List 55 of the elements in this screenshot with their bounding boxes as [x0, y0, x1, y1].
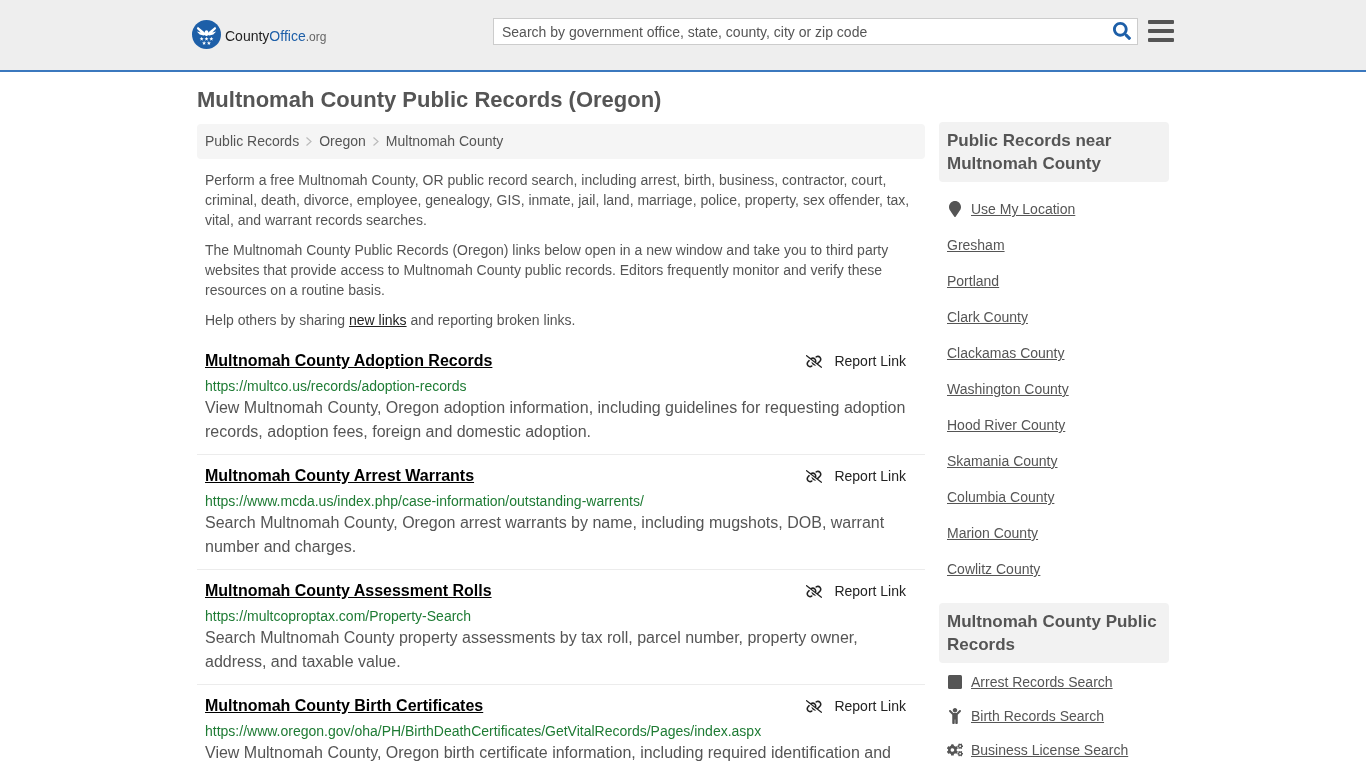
- sidebar-link[interactable]: Business License Search: [971, 740, 1129, 760]
- report-link-button[interactable]: Report Link: [806, 350, 906, 372]
- help-text: Help others by sharing new links and reporting broken links.: [205, 311, 577, 330]
- sidebar-link[interactable]: Arrest Records Search: [971, 672, 1113, 692]
- site-logo-text[interactable]: CountyOffice.org: [225, 23, 327, 48]
- gears-icon: [947, 743, 963, 757]
- record-description: View Multnomah County, Oregon adoption information, including guidelines for requesting adoption records, adoption fees, foreign and domestic adoption.: [205, 398, 907, 442]
- record-url: https://multco.us/records/adoption-records: [205, 377, 468, 396]
- sidebar-link[interactable]: Washington County: [947, 379, 1069, 399]
- report-link-button[interactable]: Report Link: [806, 695, 906, 717]
- sidebar-link[interactable]: Clark County: [947, 307, 1028, 327]
- report-link-button[interactable]: Report Link: [806, 465, 906, 487]
- breadcrumb-link[interactable]: Multnomah County: [385, 131, 504, 152]
- sidebar-heading: Multnomah County Public Records: [939, 603, 1169, 663]
- sidebar-link[interactable]: Columbia County: [947, 487, 1055, 507]
- child-figure-icon: [948, 708, 962, 724]
- sidebar-link[interactable]: Portland: [947, 271, 1000, 291]
- intro-paragraph: The Multnomah County Public Records (Oregon) links below open in a new window and take you to third party websites that provide access to Multnomah County public records. Editors frequently monitor and verify these resources on a routine basis.: [205, 241, 890, 300]
- record-url: https://www.oregon.gov/oha/PH/BirthDeathCertificates/GetVitalRecords/Pages/index.aspx: [205, 722, 763, 741]
- link-slash-icon: [806, 583, 823, 599]
- sidebar-link[interactable]: Marion County: [947, 523, 1039, 543]
- link-slash-icon: [806, 353, 823, 369]
- intro-paragraph: Perform a free Multnomah County, OR public record search, including arrest, birth, business, contractor, court, criminal, death, divorce, employee, genealogy, GIS, inmate, jail, land, marriage, police, property, sex offender, tax, vital, and warrant records searches.: [205, 171, 911, 230]
- sidebar-link[interactable]: Gresham: [947, 235, 1005, 255]
- sidebar-link[interactable]: Clackamas County: [947, 343, 1065, 363]
- report-link-button[interactable]: Report Link: [806, 580, 906, 602]
- sidebar-heading: Public Records near Multnomah County: [939, 122, 1169, 182]
- link-slash-icon: [806, 468, 823, 484]
- search-icon[interactable]: [1113, 22, 1131, 40]
- search-field[interactable]: Search by government office, state, county, city or zip code: [493, 18, 1138, 45]
- record-description: View Multnomah County, Oregon birth certificate information, including required identification and: [205, 743, 892, 763]
- link-slash-icon: [806, 698, 823, 714]
- square-icon: [948, 675, 962, 689]
- record-url: https://www.mcda.us/index.php/case-information/outstanding-warrents/: [205, 492, 645, 511]
- new-links-link[interactable]: new links: [348, 312, 407, 328]
- record-title-link[interactable]: Multnomah County Arrest Warrants: [205, 465, 475, 487]
- record-description: Search Multnomah County property assessments by tax roll, parcel number, property owner, address, and taxable value.: [205, 628, 859, 672]
- chevron-icon: [372, 137, 379, 146]
- sidebar-link[interactable]: Hood River County: [947, 415, 1066, 435]
- record-title-link[interactable]: Multnomah County Assessment Rolls: [205, 580, 492, 602]
- breadcrumb-link[interactable]: Public Records: [205, 131, 300, 152]
- chevron-icon: [306, 137, 313, 146]
- sidebar-link[interactable]: Use My Location: [971, 199, 1076, 219]
- menu-icon[interactable]: [1148, 20, 1174, 42]
- breadcrumb-link[interactable]: Oregon: [319, 131, 366, 152]
- sidebar-link[interactable]: Skamania County: [947, 451, 1058, 471]
- page-title: Multnomah County Public Records (Oregon): [197, 86, 663, 114]
- record-url: https://multcoproptax.com/Property-Search: [205, 607, 473, 626]
- record-description: Search Multnomah County, Oregon arrest warrants by name, including mugshots, DOB, warrant number and charges.: [205, 513, 886, 557]
- bird-emblem-icon: [192, 20, 221, 49]
- map-marker-icon: [949, 201, 961, 217]
- record-title-link[interactable]: Multnomah County Birth Certificates: [205, 695, 484, 717]
- record-title-link[interactable]: Multnomah County Adoption Records: [205, 350, 493, 372]
- sidebar-link[interactable]: Birth Records Search: [971, 706, 1105, 726]
- sidebar-link[interactable]: Cowlitz County: [947, 559, 1041, 579]
